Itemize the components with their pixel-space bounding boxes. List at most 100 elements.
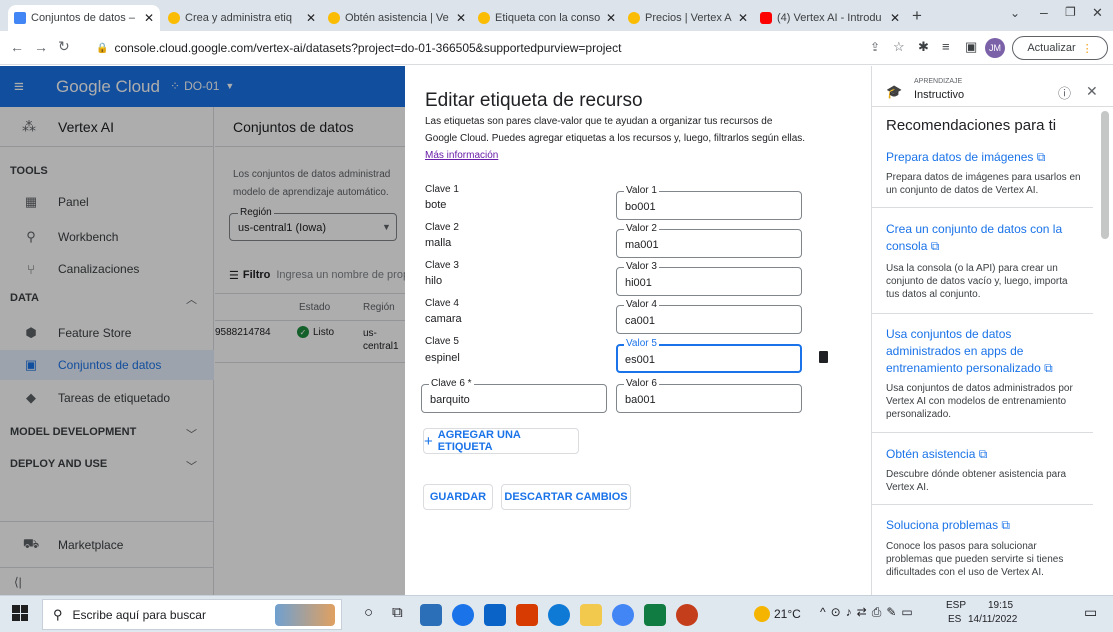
browser-tab-5[interactable]: Precios | Vertex AI | ✕ xyxy=(622,5,754,31)
key-value-1[interactable]: bote xyxy=(425,199,446,211)
key-value-4[interactable]: camara xyxy=(425,313,462,325)
edit-labels-dialog: Editar etiqueta de recurso Las etiquetas… xyxy=(405,66,872,595)
close-window-icon[interactable]: ✕ xyxy=(1092,5,1103,21)
system-tray-icons[interactable]: ^⊙♪⇄⎙✎▭ xyxy=(820,605,918,620)
rec-link-prepare-images[interactable]: Prepara datos de imágenes ⧉ xyxy=(886,149,1045,166)
maximize-icon[interactable]: ❐ xyxy=(1065,5,1076,19)
vertex-favicon-icon xyxy=(14,12,26,24)
new-tab-icon[interactable]: + xyxy=(912,6,922,26)
extensions-icon[interactable]: ✱ xyxy=(918,39,929,55)
clock-time[interactable]: 19:15 xyxy=(988,600,1013,611)
excel-app-icon[interactable] xyxy=(644,604,666,626)
scrim-overlay[interactable] xyxy=(0,107,405,595)
powerpoint-app-icon[interactable] xyxy=(676,604,698,626)
close-tab-icon[interactable]: ✕ xyxy=(890,11,900,25)
tutorial-panel: 🎓 APRENDIZAJE Instructivo ⓘ ✕ Recomendac… xyxy=(872,66,1113,595)
store-app-icon[interactable] xyxy=(420,604,442,626)
close-tab-icon[interactable]: ✕ xyxy=(306,11,316,25)
save-button[interactable]: GUARDAR xyxy=(423,484,493,510)
url-field[interactable]: 🔒 console.cloud.google.com/vertex-ai/dat… xyxy=(86,36,846,60)
cloud-favicon-icon xyxy=(628,12,640,24)
key-label-5: Clave 5 xyxy=(425,336,459,347)
panel-heading: Instructivo xyxy=(914,89,965,101)
reading-list-icon[interactable]: ≡ xyxy=(942,39,950,54)
value-field-3[interactable]: Valor 3 hi001 xyxy=(616,261,802,296)
edge-app-icon[interactable] xyxy=(548,604,570,626)
panel-divider xyxy=(872,106,1113,107)
close-tab-icon[interactable]: ✕ xyxy=(456,11,466,25)
chrome-app-icon-2[interactable] xyxy=(612,604,634,626)
weather-sun-icon[interactable] xyxy=(754,606,770,622)
external-link-icon: ⧉ xyxy=(930,239,940,253)
browser-tab-2[interactable]: Crea y administra etiq ✕ xyxy=(162,5,322,31)
value-field-1[interactable]: Valor 1 bo001 xyxy=(616,185,802,220)
dialog-title: Editar etiqueta de recurso xyxy=(425,90,643,111)
value-field-6[interactable]: Valor 6 ba001 xyxy=(616,378,802,413)
bookmark-star-icon[interactable]: ☆ xyxy=(893,39,905,55)
rec-link-get-support[interactable]: Obtén asistencia ⧉ xyxy=(886,446,987,463)
notifications-icon[interactable]: ▭ xyxy=(1084,604,1097,621)
close-tab-icon[interactable]: ✕ xyxy=(738,11,748,25)
key-label-3: Clave 3 xyxy=(425,260,459,271)
more-vert-icon: ⋮ xyxy=(1081,42,1093,55)
chrome-app-icon[interactable] xyxy=(452,604,474,626)
reload-icon[interactable]: ↻ xyxy=(58,38,70,55)
cloud-favicon-icon xyxy=(328,12,340,24)
info-icon[interactable]: ⓘ xyxy=(1058,83,1071,102)
value-field-2[interactable]: Valor 2 ma001 xyxy=(616,223,802,258)
task-view-icon[interactable]: ⧉ xyxy=(392,604,403,621)
browser-tab-youtube[interactable]: (4) Vertex AI - Introdu ✕ xyxy=(754,5,906,31)
dialog-description-2: Google Cloud. Puedes agregar etiquetas a… xyxy=(425,133,806,144)
share-icon[interactable]: ⇪ xyxy=(870,40,880,54)
discard-changes-button[interactable]: DESCARTAR CAMBIOS xyxy=(501,484,631,510)
key-value-5[interactable]: espinel xyxy=(425,352,460,364)
rec-link-managed-datasets[interactable]: Usa conjuntos de datos xyxy=(886,326,1011,343)
browser-tab-datasets[interactable]: Conjuntos de datos – ✕ xyxy=(8,5,160,31)
search-highlight-image xyxy=(275,603,335,626)
rec-link-create-dataset-2[interactable]: consola ⧉ xyxy=(886,238,939,255)
rec-link-managed-datasets-3[interactable]: entrenamiento personalizado ⧉ xyxy=(886,360,1053,377)
add-label-button[interactable]: + AGREGAR UNA ETIQUETA xyxy=(423,428,579,454)
forward-icon[interactable]: → xyxy=(34,39,48,55)
panel-scrollbar[interactable] xyxy=(1101,111,1109,239)
graduation-cap-icon: 🎓 xyxy=(886,84,903,99)
key-value-3[interactable]: hilo xyxy=(425,275,442,287)
acrobat-app-icon[interactable] xyxy=(516,604,538,626)
browser-tab-4[interactable]: Etiqueta con la consol ✕ xyxy=(472,5,622,31)
key-value-2[interactable]: malla xyxy=(425,237,451,249)
rec-link-create-dataset[interactable]: Crea un conjunto de datos con la xyxy=(886,221,1062,238)
browser-tab-bar: Conjuntos de datos – ✕ Crea y administra… xyxy=(0,0,1113,31)
close-tab-icon[interactable]: ✕ xyxy=(144,11,154,25)
rec-link-managed-datasets-2[interactable]: administrados en apps de xyxy=(886,343,1023,360)
profile-avatar[interactable]: JM xyxy=(985,38,1005,58)
youtube-favicon-icon xyxy=(760,12,772,24)
clock-date[interactable]: 14/11/2022 xyxy=(968,614,1017,625)
scrim-header xyxy=(0,66,405,107)
sidepanel-icon[interactable]: ▣ xyxy=(965,39,977,55)
file-explorer-icon[interactable] xyxy=(580,604,602,626)
temperature[interactable]: 21°C xyxy=(774,607,801,621)
more-info-link[interactable]: Más información xyxy=(425,150,498,161)
taskbar-search[interactable]: ⚲ Escribe aquí para buscar xyxy=(42,599,342,630)
rec-divider xyxy=(872,504,1093,505)
keyboard-indicator: ES xyxy=(948,614,962,625)
browser-tab-3[interactable]: Obtén asistencia | Ve ✕ xyxy=(322,5,472,31)
value-field-5[interactable]: Valor 5 es001 xyxy=(616,338,802,373)
close-panel-icon[interactable]: ✕ xyxy=(1086,83,1098,100)
minimize-icon[interactable]: – xyxy=(1040,4,1048,20)
windows-start-icon[interactable] xyxy=(12,605,28,621)
rec-link-troubleshoot[interactable]: Soluciona problemas ⧉ xyxy=(886,517,1010,534)
dialog-description: Las etiquetas son pares clave-valor que … xyxy=(425,116,773,127)
tab-search-chevron-icon[interactable]: ⌄ xyxy=(1010,6,1020,20)
language-indicator[interactable]: ESP xyxy=(946,600,966,611)
key-field-6[interactable]: Clave 6 * barquito xyxy=(421,378,607,413)
plus-icon: + xyxy=(424,432,433,450)
delete-trash-icon[interactable] xyxy=(819,351,828,363)
update-button[interactable]: Actualizar ⋮ xyxy=(1012,36,1108,60)
panel-eyebrow: APRENDIZAJE xyxy=(914,78,963,85)
mail-app-icon[interactable] xyxy=(484,604,506,626)
back-icon[interactable]: ← xyxy=(10,39,24,55)
close-tab-icon[interactable]: ✕ xyxy=(606,11,616,25)
cortana-icon[interactable]: ○ xyxy=(364,604,373,621)
value-field-4[interactable]: Valor 4 ca001 xyxy=(616,299,802,334)
